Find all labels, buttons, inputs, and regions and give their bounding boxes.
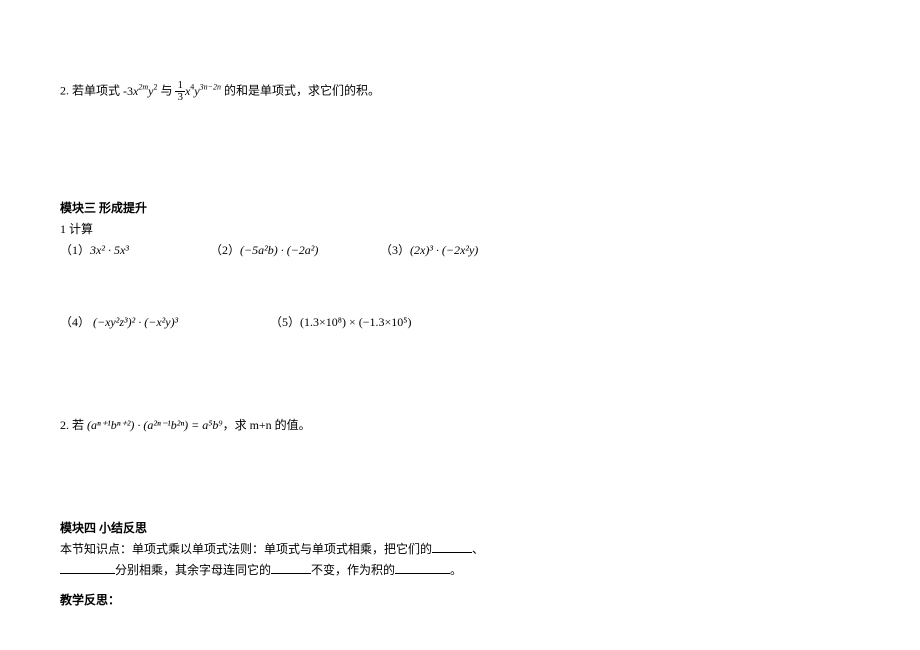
- item1-math: 3x² · 5x³: [90, 243, 129, 257]
- p2-exp4: 3n−2n: [200, 82, 221, 91]
- teaching-reflection: 教学反思：: [60, 591, 860, 610]
- blank-3: [271, 562, 311, 574]
- m4-line1a: 本节知识点：单项式乘以单项式法则：单项式与单项式相乘，把它们的: [60, 542, 432, 556]
- spacer: [60, 340, 860, 416]
- p2-exp1: 2m: [138, 82, 148, 91]
- blank-4: [395, 562, 450, 574]
- item2-math: (−5a²b) · (−2a²): [240, 243, 318, 257]
- spacer: [60, 443, 860, 507]
- m3-q2-suffix: ，求 m+n 的值。: [223, 418, 311, 432]
- m4-line1: 本节知识点：单项式乘以单项式法则：单项式与单项式相乘，把它们的 、: [60, 540, 860, 559]
- m3-q2-expr: (aⁿ⁺¹bⁿ⁺²) · (a²ⁿ⁻¹b²ⁿ) = a⁵b⁹: [87, 418, 223, 432]
- blank-1: [432, 541, 472, 553]
- item1: （1）3x² · 5x³: [60, 241, 210, 260]
- item1-num: （1）: [60, 243, 90, 257]
- frac-den: 3: [175, 92, 185, 103]
- m4-line1b: 、: [472, 542, 484, 556]
- m4-line2: 分别相乘，其余字母连同它的 不变，作为积的 。: [60, 561, 860, 580]
- p2-suffix: 的和是单项式，求它们的积。: [221, 83, 380, 97]
- item5-num: （5）: [270, 315, 300, 329]
- item2: （2）(−5a²b) · (−2a²): [210, 241, 380, 260]
- item3-math: (2x)³ · (−2x²y): [410, 243, 478, 257]
- fraction: 13: [175, 80, 185, 103]
- p2-prefix: 2. 若单项式: [60, 83, 123, 97]
- item4-num: （4）: [60, 315, 90, 329]
- p2-expr1a: -3: [123, 84, 133, 98]
- q1-label: 1 计算: [60, 220, 860, 239]
- spacer: [60, 269, 860, 313]
- formula-row-1: （1）3x² · 5x³ （2）(−5a²b) · (−2a²) （3）(2x)…: [60, 241, 860, 260]
- item5: （5）(1.3×10⁸) × (−1.3×10⁵): [270, 313, 411, 332]
- item4-math: (−xy²z³)² · (−x²y)³: [93, 315, 178, 329]
- item5-math: (1.3×10⁸) × (−1.3×10⁵): [300, 315, 411, 329]
- m4-line2a: 分别相乘，其余字母连同它的: [115, 563, 271, 577]
- item4: （4） (−xy²z³)² · (−x²y)³: [60, 313, 270, 332]
- formula-row-2: （4） (−xy²z³)² · (−x²y)³ （5）(1.3×10⁸) × (…: [60, 313, 860, 332]
- item3: （3）(2x)³ · (−2x²y): [380, 241, 478, 260]
- module4-title: 模块四 小结反思: [60, 519, 860, 538]
- item2-num: （2）: [210, 243, 240, 257]
- blank-2: [60, 562, 115, 574]
- spacer: [60, 111, 860, 187]
- m4-line2c: 。: [450, 563, 462, 577]
- m3-q2: 2. 若 (aⁿ⁺¹bⁿ⁺²) · (a²ⁿ⁻¹b²ⁿ) = a⁵b⁹，求 m+…: [60, 416, 860, 435]
- m4-line2b: 不变，作为积的: [311, 563, 395, 577]
- p2-mid: 与: [157, 83, 175, 97]
- module3-title: 模块三 形成提升: [60, 199, 860, 218]
- problem-2: 2. 若单项式 -3x2my2 与 13x4y3n−2n 的和是单项式，求它们的…: [60, 80, 860, 103]
- m3-q2-prefix: 2. 若: [60, 418, 87, 432]
- item3-num: （3）: [380, 243, 410, 257]
